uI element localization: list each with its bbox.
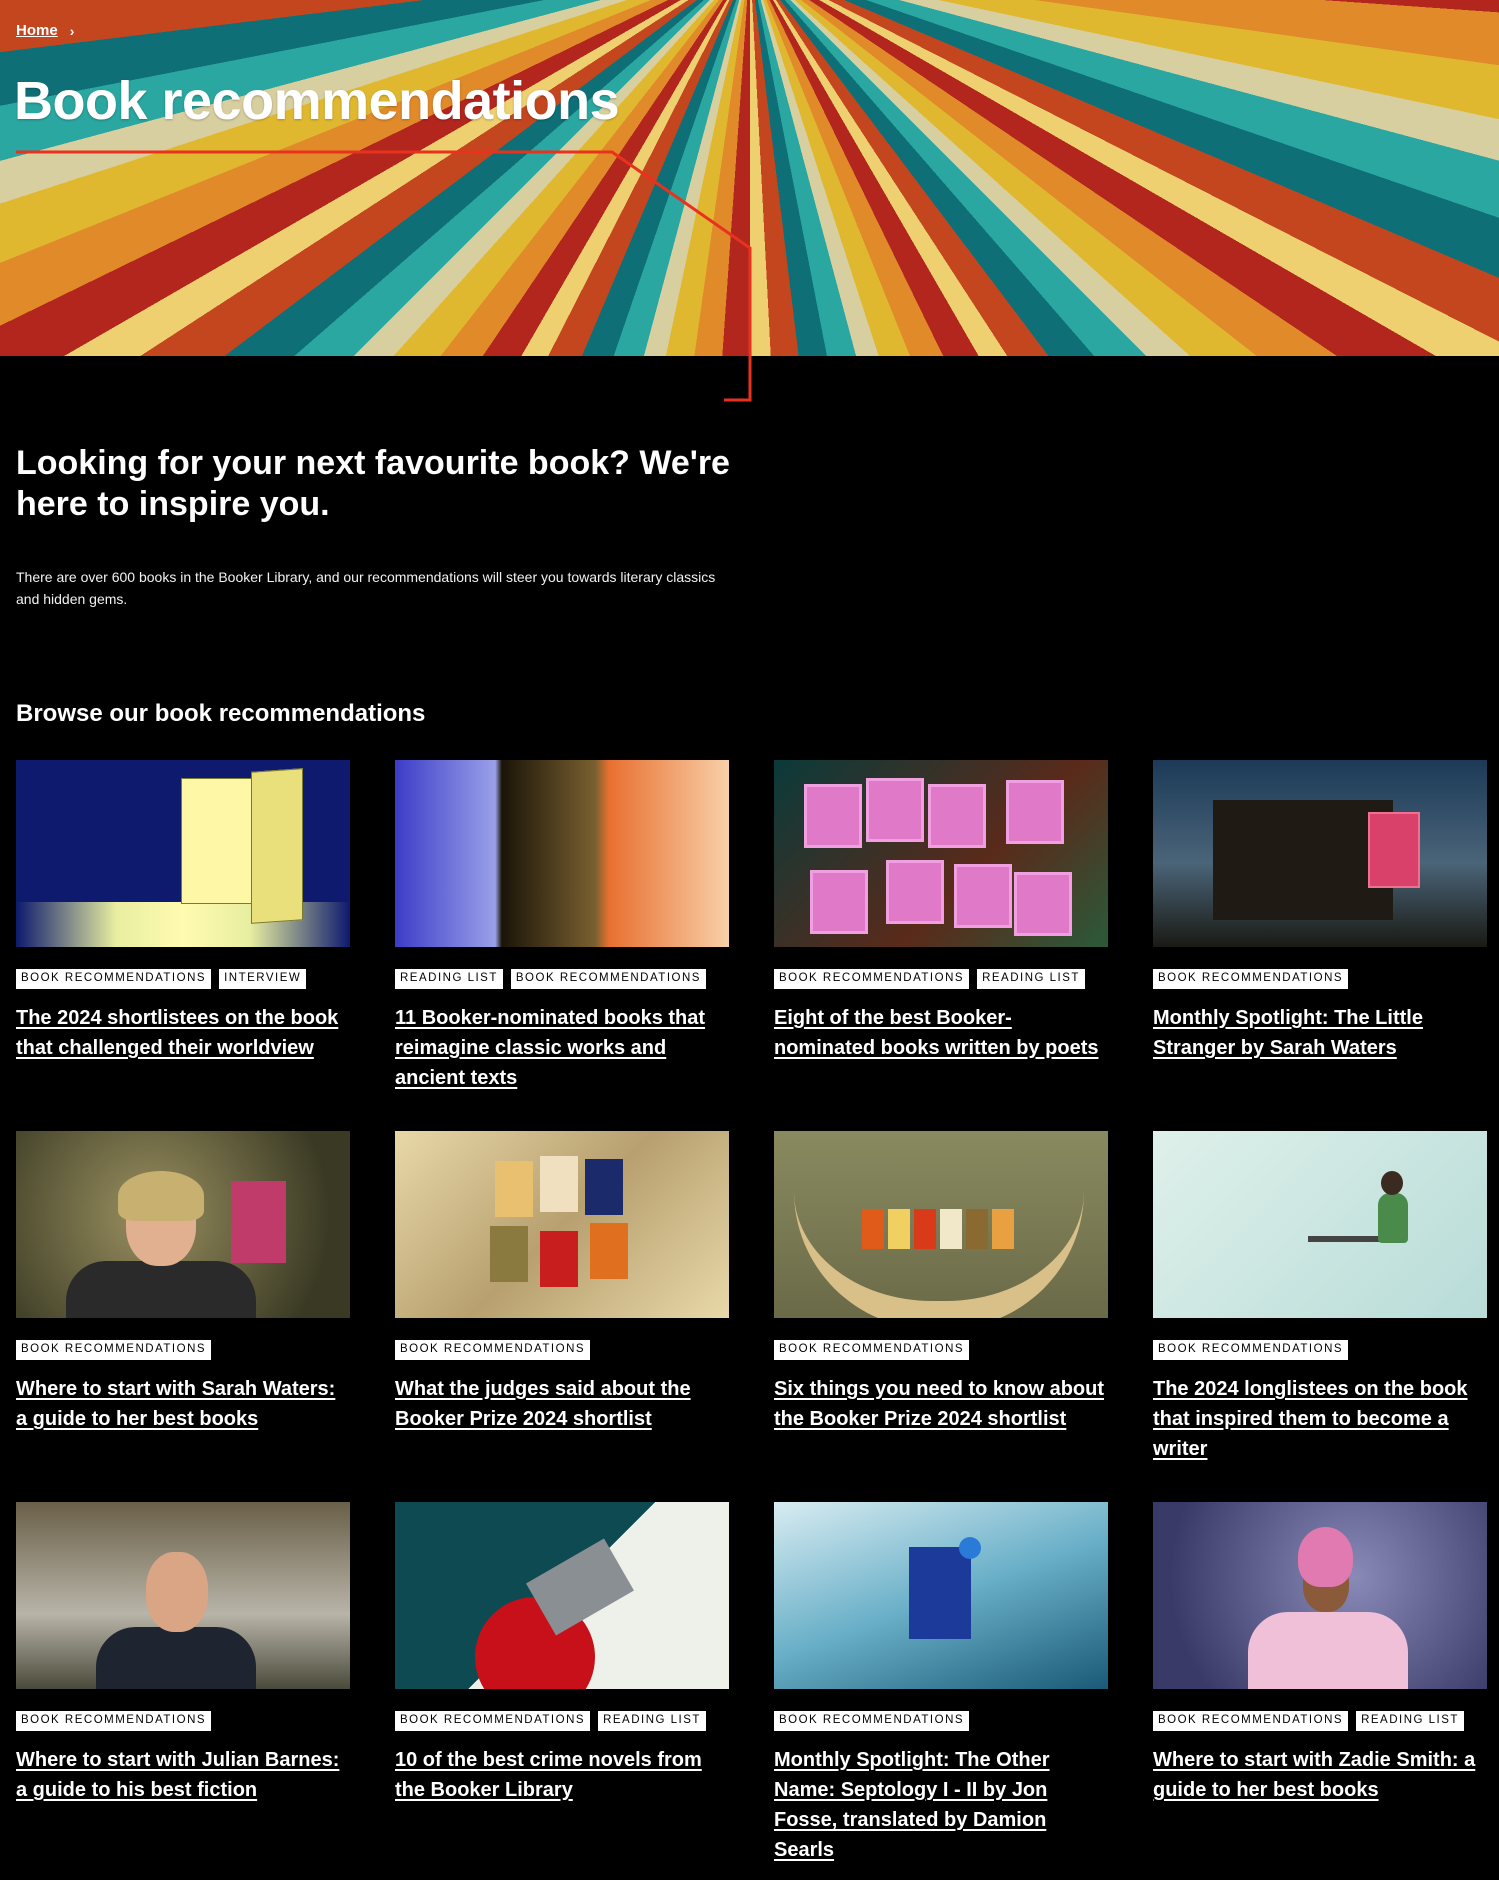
tag[interactable]: BOOK RECOMMENDATIONS [774, 1711, 970, 1731]
shortlist-books-on-fabric-image[interactable] [395, 1131, 729, 1318]
article-title-link[interactable]: Where to start with Sarah Waters: a guid… [16, 1374, 350, 1434]
article-card[interactable]: BOOK RECOMMENDATIONS Six things you need… [774, 1131, 1108, 1502]
tag[interactable]: BOOK RECOMMENDATIONS [1153, 1711, 1349, 1731]
little-stranger-house-image[interactable] [1153, 760, 1487, 947]
tag-list: BOOK RECOMMENDATIONS [1153, 969, 1487, 989]
decorative-line [16, 150, 752, 402]
article-card[interactable]: BOOK RECOMMENDATIONS Monthly Spotlight: … [774, 1502, 1108, 1873]
tag[interactable]: READING LIST [977, 969, 1085, 989]
writer-at-desk-illustration[interactable] [1153, 1131, 1487, 1318]
tag-list: READING LIST BOOK RECOMMENDATIONS [395, 969, 729, 989]
intro-heading: Looking for your next favourite book? We… [16, 444, 730, 523]
article-title-link[interactable]: Where to start with Zadie Smith: a guide… [1153, 1745, 1487, 1805]
article-title-link[interactable]: Eight of the best Booker-nominated books… [774, 1003, 1108, 1063]
tag[interactable]: BOOK RECOMMENDATIONS [395, 1340, 591, 1360]
article-title-link[interactable]: Six things you need to know about the Bo… [774, 1374, 1108, 1434]
article-card[interactable]: BOOK RECOMMENDATIONS Where to start with… [16, 1131, 350, 1502]
poets-portraits-image[interactable] [774, 760, 1108, 947]
books-in-hammock-image[interactable] [774, 1131, 1108, 1318]
tag-list: BOOK RECOMMENDATIONS [16, 1340, 350, 1360]
tag[interactable]: READING LIST [598, 1711, 706, 1731]
article-card[interactable]: BOOK RECOMMENDATIONS What the judges sai… [395, 1131, 729, 1502]
article-title-link[interactable]: Monthly Spotlight: The Other Name: Septo… [774, 1745, 1108, 1865]
tag-list: BOOK RECOMMENDATIONS [16, 1711, 350, 1731]
article-card[interactable]: BOOK RECOMMENDATIONS READING LIST 10 of … [395, 1502, 729, 1873]
tag[interactable]: BOOK RECOMMENDATIONS [774, 969, 970, 989]
article-card[interactable]: BOOK RECOMMENDATIONS Where to start with… [16, 1502, 350, 1873]
tag[interactable]: READING LIST [395, 969, 503, 989]
tag[interactable]: BOOK RECOMMENDATIONS [1153, 969, 1349, 989]
tag-list: BOOK RECOMMENDATIONS READING LIST [774, 969, 1108, 989]
article-card[interactable]: BOOK RECOMMENDATIONS INTERVIEW The 2024 … [16, 760, 350, 1131]
article-card[interactable]: BOOK RECOMMENDATIONS READING LIST Where … [1153, 1502, 1487, 1873]
article-title-link[interactable]: Where to start with Julian Barnes: a gui… [16, 1745, 350, 1805]
article-card[interactable]: BOOK RECOMMENDATIONS Monthly Spotlight: … [1153, 760, 1487, 1131]
julian-barnes-portrait-image[interactable] [16, 1502, 350, 1689]
open-book-illustration[interactable] [16, 760, 350, 947]
sarah-waters-portrait-image[interactable] [16, 1131, 350, 1318]
article-title-link[interactable]: What the judges said about the Booker Pr… [395, 1374, 729, 1434]
tag[interactable]: READING LIST [1356, 1711, 1464, 1731]
tag-list: BOOK RECOMMENDATIONS [395, 1340, 729, 1360]
article-card[interactable]: BOOK RECOMMENDATIONS The 2024 longlistee… [1153, 1131, 1487, 1502]
tag-list: BOOK RECOMMENDATIONS [774, 1711, 1108, 1731]
tag[interactable]: INTERVIEW [219, 969, 307, 989]
tag-list: BOOK RECOMMENDATIONS INTERVIEW [16, 969, 350, 989]
tag[interactable]: BOOK RECOMMENDATIONS [510, 969, 706, 989]
browse-heading: Browse our book recommendations [16, 700, 426, 727]
tag[interactable]: BOOK RECOMMENDATIONS [16, 1711, 212, 1731]
article-title-link[interactable]: 11 Booker-nominated books that reimagine… [395, 1003, 729, 1093]
tag-list: BOOK RECOMMENDATIONS [1153, 1340, 1487, 1360]
typewriter-crime-illustration[interactable] [395, 1502, 729, 1689]
tag-list: BOOK RECOMMENDATIONS READING LIST [1153, 1711, 1487, 1731]
article-title-link[interactable]: Monthly Spotlight: The Little Stranger b… [1153, 1003, 1487, 1063]
tag[interactable]: BOOK RECOMMENDATIONS [16, 1340, 212, 1360]
article-card[interactable]: READING LIST BOOK RECOMMENDATIONS 11 Boo… [395, 760, 729, 1131]
recommendations-grid: BOOK RECOMMENDATIONS INTERVIEW The 2024 … [16, 760, 1487, 1873]
tag-list: BOOK RECOMMENDATIONS [774, 1340, 1108, 1360]
tag[interactable]: BOOK RECOMMENDATIONS [1153, 1340, 1349, 1360]
classic-works-collage-image[interactable] [395, 760, 729, 947]
article-title-link[interactable]: The 2024 longlistees on the book that in… [1153, 1374, 1487, 1464]
septology-book-on-sea-image[interactable] [774, 1502, 1108, 1689]
zadie-smith-portrait-image[interactable] [1153, 1502, 1487, 1689]
tag[interactable]: BOOK RECOMMENDATIONS [395, 1711, 591, 1731]
tag[interactable]: BOOK RECOMMENDATIONS [16, 969, 212, 989]
article-card[interactable]: BOOK RECOMMENDATIONS READING LIST Eight … [774, 760, 1108, 1131]
intro-text: There are over 600 books in the Booker L… [16, 569, 716, 607]
article-title-link[interactable]: 10 of the best crime novels from the Boo… [395, 1745, 729, 1805]
tag[interactable]: BOOK RECOMMENDATIONS [774, 1340, 970, 1360]
article-title-link[interactable]: The 2024 shortlistees on the book that c… [16, 1003, 350, 1063]
tag-list: BOOK RECOMMENDATIONS READING LIST [395, 1711, 729, 1731]
